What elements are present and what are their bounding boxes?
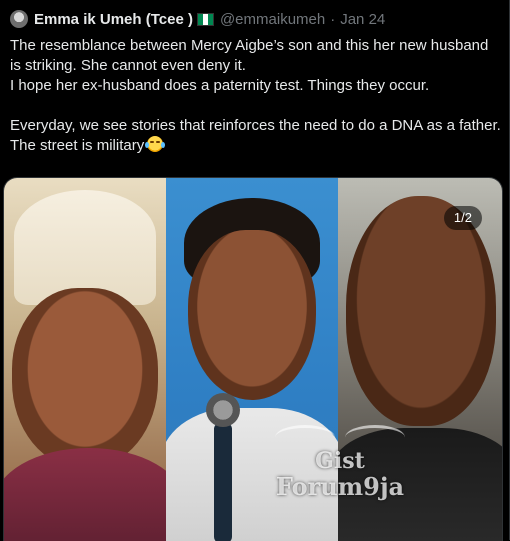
watermark-line-1: Gist bbox=[315, 448, 365, 474]
nigeria-flag-icon bbox=[196, 12, 214, 26]
tweet-text-line-2: I hope her ex-husband does a paternity t… bbox=[10, 77, 430, 94]
microphone-icon bbox=[206, 393, 240, 427]
avatar[interactable] bbox=[10, 10, 28, 28]
tweet-date[interactable]: Jan 24 bbox=[340, 11, 385, 28]
watermark-logo-right bbox=[345, 425, 405, 450]
watermark-logo-left bbox=[275, 425, 335, 450]
tweet-text-paragraph-2-text: Everyday, we see stories that reinforces… bbox=[10, 117, 501, 154]
watermark: Gist Forum9ja bbox=[245, 448, 435, 500]
tweet-text-paragraph-2: Everyday, we see stories that reinforces… bbox=[10, 116, 502, 156]
tweet-card[interactable]: Emma ik Umeh (Tcee ) @emmaikumeh · Jan 2… bbox=[0, 0, 510, 541]
tweet-header: Emma ik Umeh (Tcee ) @emmaikumeh · Jan 2… bbox=[10, 8, 385, 30]
photo-man-in-cap bbox=[4, 178, 166, 541]
tweet-text-line-1: The resemblance between Mercy Aigbe’s so… bbox=[10, 37, 489, 74]
author-name[interactable]: Emma ik Umeh (Tcee ) bbox=[34, 11, 193, 28]
face-with-tears-of-joy-icon bbox=[145, 136, 166, 152]
media-counter-badge: 1/2 bbox=[443, 206, 482, 230]
author-handle[interactable]: @emmaikumeh bbox=[220, 11, 325, 28]
tweet-text: The resemblance between Mercy Aigbe’s so… bbox=[10, 36, 502, 156]
separator-dot: · bbox=[330, 10, 336, 28]
watermark-line-2: Forum9ja bbox=[275, 472, 405, 501]
